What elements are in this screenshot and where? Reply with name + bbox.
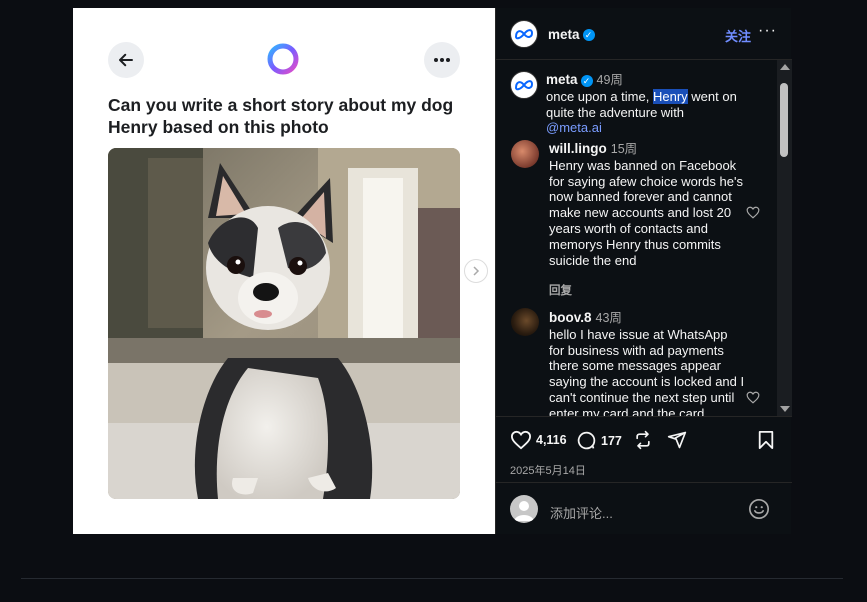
more-options-button[interactable] — [424, 42, 460, 78]
heart-icon[interactable] — [510, 430, 532, 450]
verified-badge-icon: ✓ — [582, 28, 595, 41]
mention-link[interactable]: @meta.ai — [546, 120, 602, 135]
action-bar: 4,116 177 2025年5月14日 — [496, 416, 792, 482]
comment-time[interactable]: 43周 — [596, 311, 622, 325]
comment-item: will.lingo 15周 Henry was banned on Facebo… — [549, 141, 745, 268]
chevron-right-icon — [473, 266, 480, 276]
next-image-button[interactable] — [464, 259, 488, 283]
comment-item: boov.8 43周 hello I have issue at WhatsApp… — [549, 310, 745, 416]
post-modal: Can you write a short story about my dog… — [73, 8, 792, 534]
comment-like-heart-icon[interactable] — [746, 391, 760, 404]
boov-8-avatar[interactable] — [511, 308, 539, 336]
default-user-icon — [514, 501, 534, 521]
meta-logo-icon — [514, 29, 534, 40]
header-username[interactable]: meta — [548, 27, 580, 42]
caption-username[interactable]: meta — [546, 72, 578, 87]
comment-time[interactable]: 15周 — [611, 142, 637, 156]
bookmark-icon[interactable] — [757, 430, 775, 450]
meta-logo-icon — [514, 80, 534, 91]
caption-text: once upon a time, — [546, 88, 653, 104]
emoji-icon[interactable] — [748, 498, 770, 520]
share-send-icon[interactable] — [667, 430, 687, 450]
meta-avatar[interactable] — [510, 20, 538, 48]
comment-bubble-icon[interactable] — [576, 430, 597, 451]
verified-badge-icon: ✓ — [580, 74, 593, 87]
comment-action[interactable]: 177 — [576, 430, 622, 451]
add-comment-input[interactable]: 添加评论... — [550, 503, 613, 522]
comment-like-heart-icon[interactable] — [746, 206, 760, 219]
meta-ai-ring-icon — [267, 43, 299, 75]
arrow-left-icon — [119, 53, 133, 67]
scroll-down-arrow-icon[interactable] — [780, 406, 790, 412]
footer-divider — [21, 578, 843, 579]
post-details: meta ✓ 关注 ··· meta ✓ 49周 once upon a time, … — [495, 8, 792, 534]
prompt-text: Can you write a short story about my dog… — [108, 95, 454, 137]
caption-highlight: Henry — [652, 88, 688, 104]
scrollbar-thumb[interactable] — [780, 83, 788, 157]
caption-avatar[interactable] — [510, 71, 538, 99]
user-avatar — [510, 495, 538, 523]
comment-username[interactable]: will.lingo — [549, 141, 607, 156]
comment-username[interactable]: boov.8 — [549, 310, 592, 325]
dog-photo — [108, 148, 460, 499]
header-more-button[interactable]: ··· — [758, 22, 777, 40]
comment-text: Henry was banned on Facebook for saying … — [549, 157, 743, 268]
more-icon — [434, 58, 450, 62]
scroll-up-arrow-icon[interactable] — [780, 64, 790, 70]
scrollbar[interactable] — [777, 60, 792, 416]
like-count: 4,116 — [536, 433, 567, 447]
header-username-row: meta ✓ — [548, 26, 595, 44]
reply-button[interactable]: 回复 — [549, 282, 572, 298]
back-button[interactable] — [108, 42, 144, 78]
post-media: Can you write a short story about my dog… — [73, 8, 495, 534]
will-lingo-avatar[interactable] — [511, 140, 539, 168]
repost-icon[interactable] — [633, 430, 653, 450]
post-header: meta ✓ 关注 ··· — [496, 8, 792, 60]
caption: meta ✓ 49周 once upon a time, Henry went on… — [546, 72, 742, 136]
like-action[interactable]: 4,116 — [510, 430, 567, 450]
comment-count: 177 — [601, 433, 622, 448]
add-comment-bar: 添加评论... — [496, 482, 792, 534]
follow-button[interactable]: 关注 — [725, 26, 751, 45]
post-date[interactable]: 2025年5月14日 — [510, 462, 586, 478]
comment-text: hello I have issue at WhatsApp for busin… — [549, 326, 745, 416]
comments-scroll[interactable]: meta ✓ 49周 once upon a time, Henry went on… — [496, 60, 792, 416]
caption-time[interactable]: 49周 — [597, 73, 623, 87]
